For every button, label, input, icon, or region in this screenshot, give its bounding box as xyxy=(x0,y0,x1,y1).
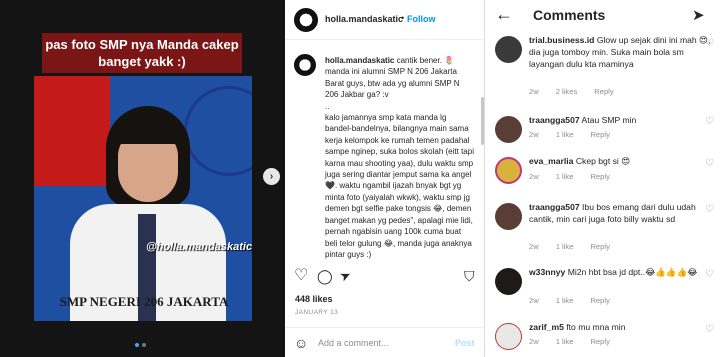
comment-meta: 2w 1 like Reply xyxy=(529,130,610,139)
add-comment-input[interactable]: Add a comment... xyxy=(318,338,389,348)
comment-body: fto mu mna min xyxy=(563,322,626,332)
comment-meta: 2w 1 like Reply xyxy=(529,172,610,181)
comment-meta: 2w 1 like Reply xyxy=(529,337,610,346)
reply-button[interactable]: Reply xyxy=(590,172,609,181)
share-icon[interactable]: ➤ xyxy=(337,266,354,285)
comment-username[interactable]: trial.business.id xyxy=(529,35,594,45)
comment-heart-icon[interactable]: ♡ xyxy=(705,269,714,280)
caption-avatar[interactable] xyxy=(294,54,316,76)
comment-time: 2w xyxy=(529,87,539,96)
comment-username[interactable]: zarif_m5 xyxy=(529,322,564,332)
likes-count[interactable]: 448 likes xyxy=(295,294,333,304)
comments-title: Comments xyxy=(533,7,606,23)
comment-time: 2w xyxy=(529,296,539,305)
avatar[interactable] xyxy=(294,8,318,32)
comment-text: traangga507 Atau SMP min xyxy=(529,114,714,126)
comment-heart-icon[interactable]: ♡ xyxy=(705,324,714,335)
avatar[interactable] xyxy=(495,323,522,350)
comment-body: Atau SMP min xyxy=(579,115,637,125)
comment-likes[interactable]: 1 like xyxy=(556,337,574,346)
comment-time: 2w xyxy=(529,242,539,251)
comment-username[interactable]: traangga507 xyxy=(529,115,580,125)
comment-text: w33nnyy Mi2n hbt bsa jd dpt..😂👍👍👍😂 xyxy=(529,266,714,278)
avatar[interactable] xyxy=(495,116,522,143)
comment-time: 2w xyxy=(529,130,539,139)
avatar[interactable] xyxy=(495,268,522,295)
avatar[interactable] xyxy=(495,203,522,230)
carousel-next-button[interactable]: › xyxy=(263,168,280,185)
comment-likes[interactable]: 1 like xyxy=(556,172,574,181)
comments-header: ← Comments ➤ xyxy=(485,0,720,32)
comment-time: 2w xyxy=(529,172,539,181)
comments-panel: ← Comments ➤ trial.business.id Glow up s… xyxy=(485,0,720,357)
comment-time: 2w xyxy=(529,337,539,346)
comment-meta: 2w 2 likes Reply xyxy=(529,87,614,96)
comment-heart-icon[interactable]: ♡ xyxy=(705,204,714,215)
caption-body: cantik bener. 🌷 manda ini alumni SMP N 2… xyxy=(325,56,474,259)
school-name-text: SMP NEGERI 206 JAKARTA xyxy=(59,294,229,309)
emoji-icon[interactable]: ☺ xyxy=(294,335,308,351)
photo-bangs xyxy=(116,122,180,144)
comment-username[interactable]: eva_marlia xyxy=(529,156,573,166)
comment-likes[interactable]: 1 like xyxy=(556,130,574,139)
comment-text: eva_marlia Ckep bgt si 😍 xyxy=(529,155,714,167)
send-icon[interactable]: ➤ xyxy=(692,6,705,24)
photo-background-red xyxy=(34,76,110,186)
photo-watermark: @holla.mandaskatic xyxy=(146,241,252,253)
comment-text: zarif_m5 fto mu mna min xyxy=(529,321,714,333)
comment-meta: 2w 1 like Reply xyxy=(529,242,610,251)
media-caption-overlay: pas foto SMP nya Manda cakep banget yakk… xyxy=(42,33,242,73)
post-header: holla.mandaskatic • Follow xyxy=(285,0,485,40)
caption-username[interactable]: holla.mandaskatic xyxy=(325,56,394,65)
caption-area: holla.mandaskatic cantik bener. 🌷 manda … xyxy=(285,41,485,263)
comment-text: trial.business.id Glow up sejak dini ini… xyxy=(529,34,714,70)
comment-bar: ☺ Add a comment... Post xyxy=(285,327,485,357)
reply-button[interactable]: Reply xyxy=(590,242,609,251)
student-photo: @holla.mandaskatic SMP NEGERI 206 JAKART… xyxy=(34,76,252,321)
comment-heart-icon[interactable]: ♡ xyxy=(705,116,714,127)
carousel-dot xyxy=(142,343,146,347)
back-arrow-icon[interactable]: ← xyxy=(495,4,513,25)
heart-icon[interactable]: ♡ xyxy=(294,268,308,284)
reply-button[interactable]: Reply xyxy=(590,130,609,139)
follow-button[interactable]: Follow xyxy=(407,14,436,24)
carousel-dots xyxy=(135,343,146,347)
caption-text: holla.mandaskatic cantik bener. 🌷 manda … xyxy=(325,55,475,260)
school-stamp xyxy=(184,86,252,176)
action-bar: ♡ ◯ ➤ ⛉ xyxy=(294,266,479,288)
comment-likes[interactable]: 1 like xyxy=(556,242,574,251)
caption-scrollbar[interactable] xyxy=(481,97,484,145)
comment-likes[interactable]: 1 like xyxy=(556,296,574,305)
comment-username[interactable]: traangga507 xyxy=(529,202,580,212)
comment-body: Ckep bgt si 😍 xyxy=(573,156,631,166)
reply-button[interactable]: Reply xyxy=(590,337,609,346)
comment-heart-icon[interactable]: ♡ xyxy=(705,158,714,169)
comment-username[interactable]: w33nnyy xyxy=(529,267,565,277)
post-username[interactable]: holla.mandaskatic xyxy=(325,14,403,24)
comment-text: traangga507 Ibu bos emang dari dulu udah… xyxy=(529,201,714,225)
post-comment-button[interactable]: Post xyxy=(455,338,475,348)
separator-dot: • xyxy=(401,13,405,23)
avatar[interactable] xyxy=(495,36,522,63)
comment-body: Mi2n hbt bsa jd dpt..😂👍👍👍😂 xyxy=(565,267,698,277)
comment-heart-icon[interactable]: ♡ xyxy=(705,38,714,49)
comment-meta: 2w 1 like Reply xyxy=(529,296,610,305)
post-panel: holla.mandaskatic • Follow holla.mandask… xyxy=(285,0,485,357)
post-media: @holla.mandaskatic SMP NEGERI 206 JAKART… xyxy=(0,0,285,357)
reply-button[interactable]: Reply xyxy=(590,296,609,305)
carousel-dot-active xyxy=(135,343,139,347)
post-date: JANUARY 13 xyxy=(295,309,339,316)
comment-icon[interactable]: ◯ xyxy=(317,268,333,284)
comment-likes[interactable]: 2 likes xyxy=(556,87,578,96)
bookmark-icon[interactable]: ⛉ xyxy=(464,268,475,284)
reply-button[interactable]: Reply xyxy=(594,87,613,96)
avatar[interactable] xyxy=(495,157,522,184)
